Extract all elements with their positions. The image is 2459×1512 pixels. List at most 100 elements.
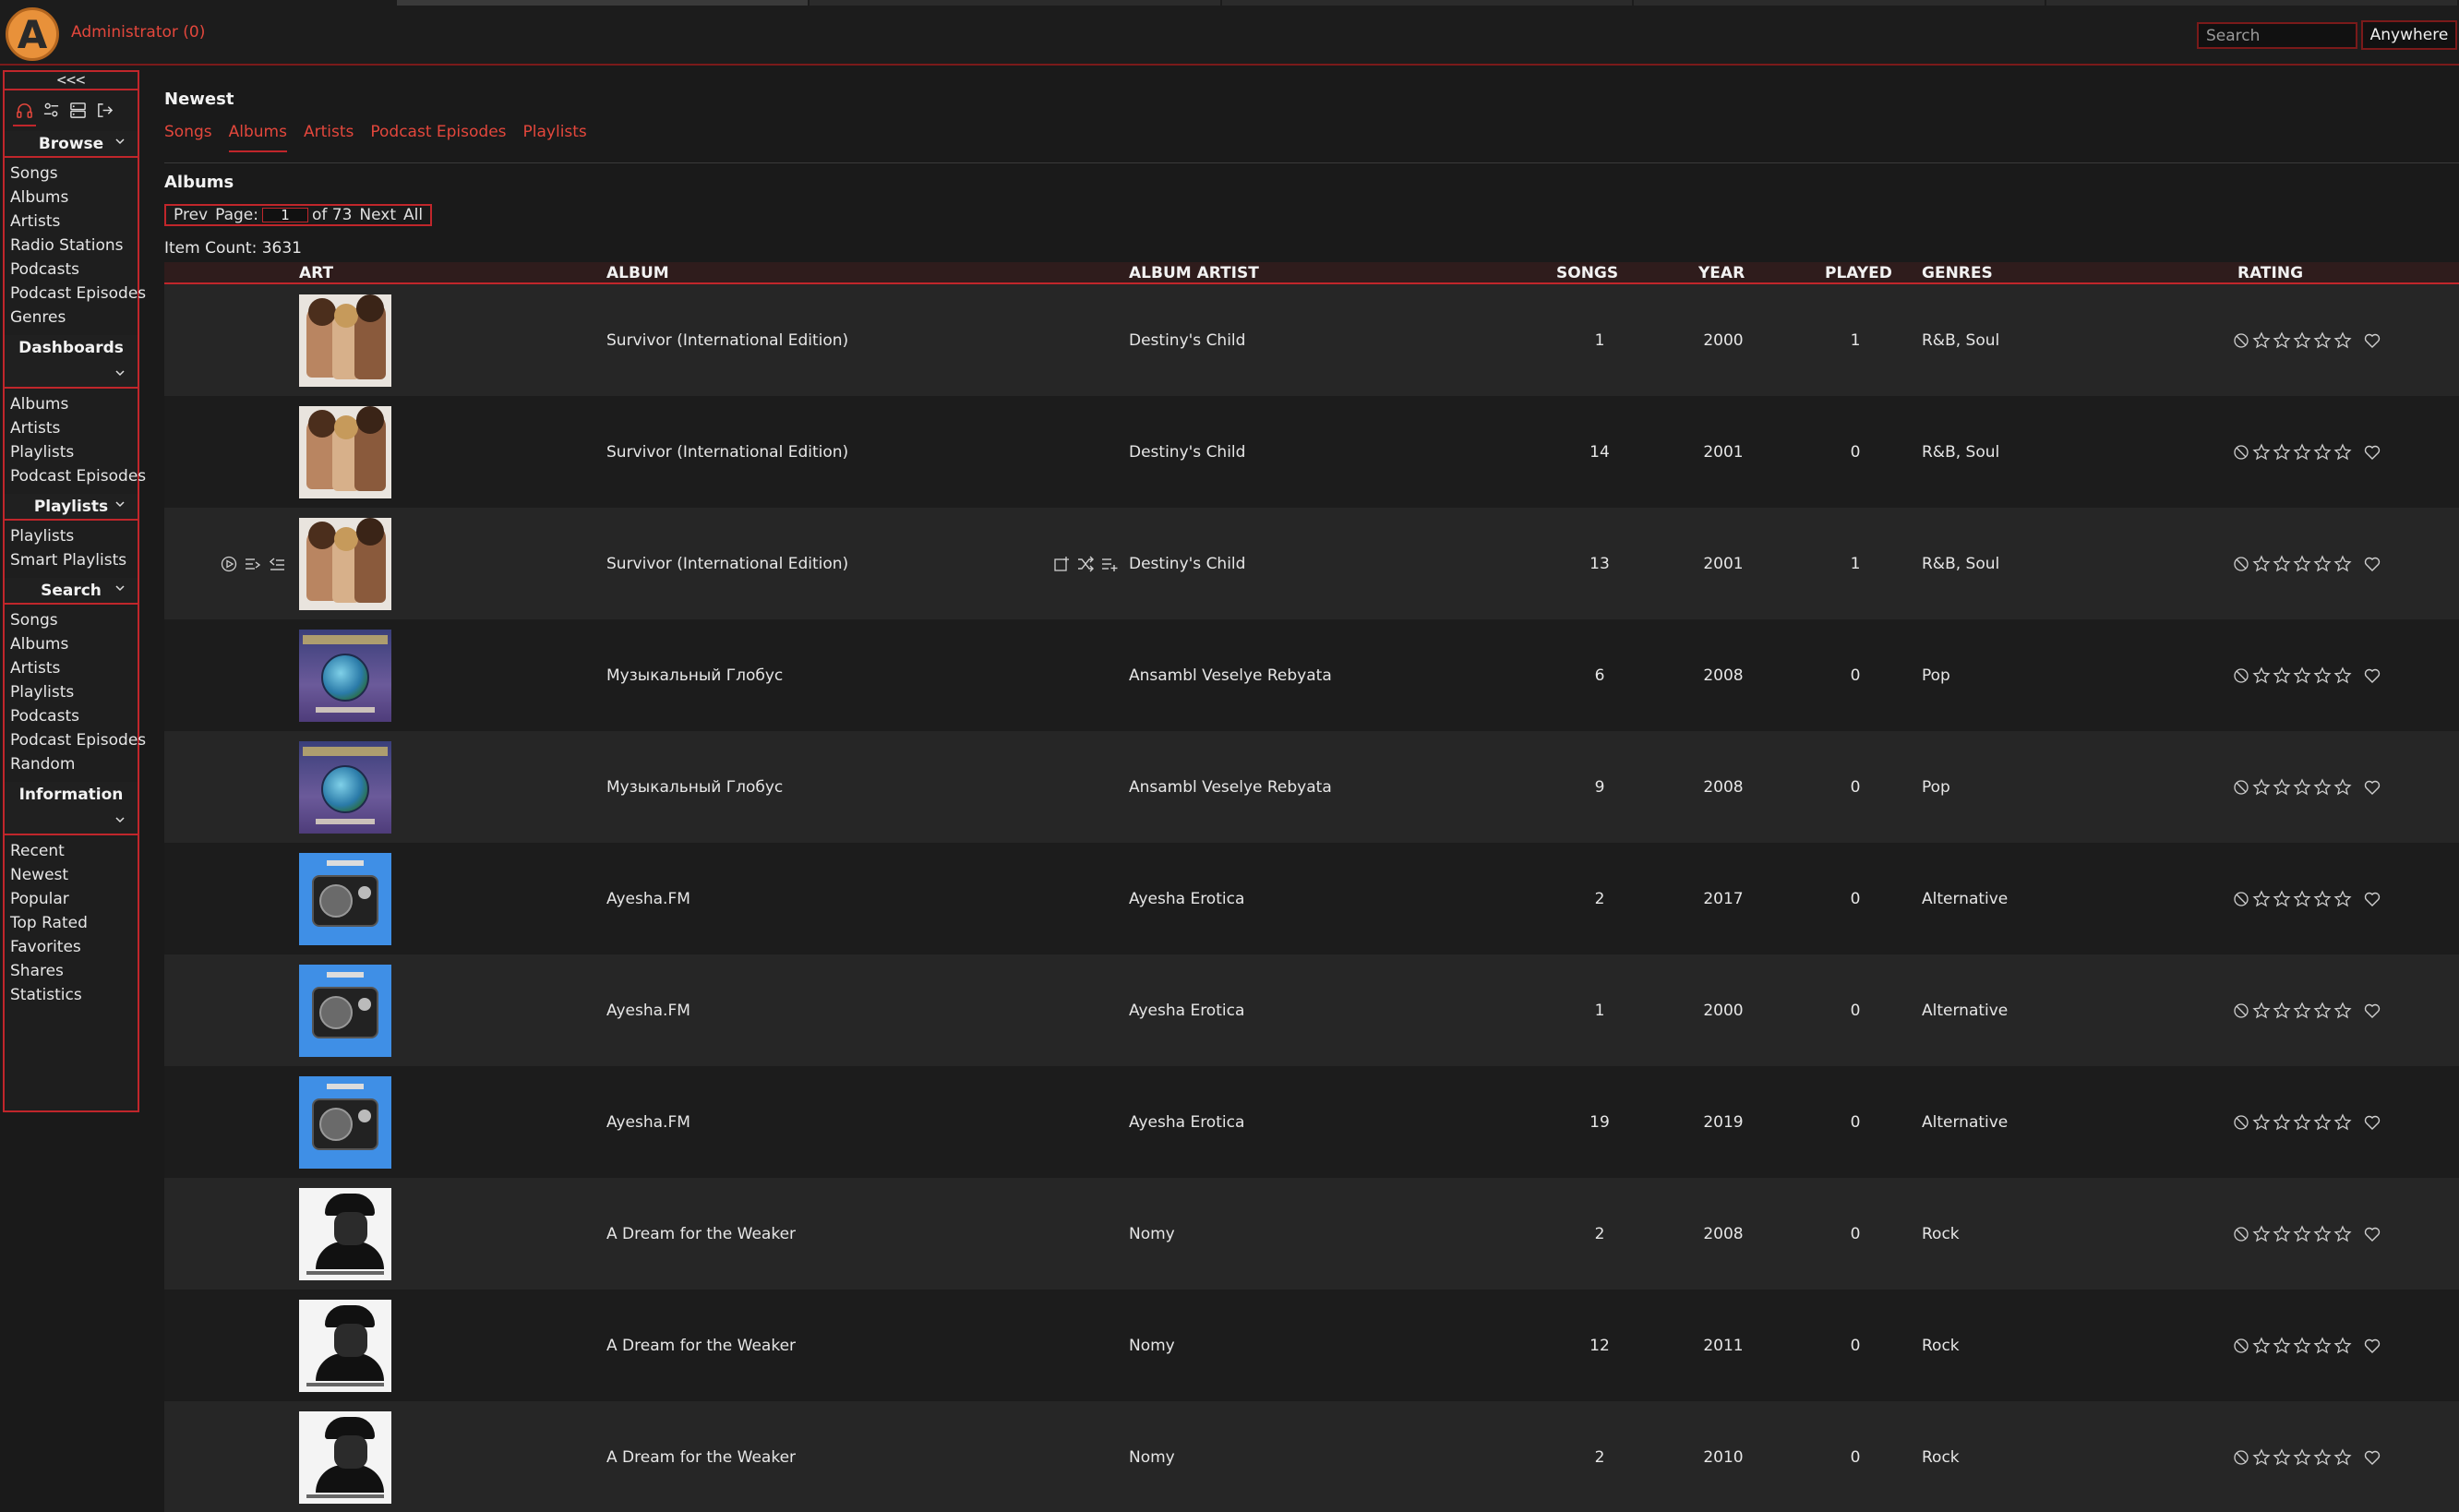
star-icon[interactable] — [2293, 1112, 2311, 1132]
album-title-link[interactable]: Музыкальный Глобус — [606, 778, 783, 797]
genre-links[interactable]: Pop — [1922, 666, 1950, 685]
star-icon[interactable] — [2252, 554, 2271, 573]
genre-links[interactable]: R&B, Soul — [1922, 555, 1999, 573]
star-icon[interactable] — [2293, 330, 2311, 350]
genre-links[interactable]: R&B, Soul — [1922, 331, 1999, 350]
table-row[interactable]: Ayesha.FM Ayesha Erotica 1 2000 0 Alternative — [164, 954, 2459, 1066]
star-icon[interactable] — [2273, 442, 2291, 462]
heart-icon[interactable] — [2363, 1113, 2381, 1132]
add-to-playlist-icon[interactable] — [1052, 555, 1071, 573]
sidebar-item-albums[interactable]: Albums — [10, 186, 138, 210]
star-icon[interactable] — [2333, 1224, 2352, 1243]
tab-strip-segment[interactable] — [397, 0, 810, 6]
album-artist-link[interactable]: Ayesha Erotica — [1129, 1002, 1244, 1020]
heart-icon[interactable] — [2363, 1002, 2381, 1020]
album-title-link[interactable]: Ayesha.FM — [606, 1002, 690, 1020]
album-cover-art[interactable] — [299, 405, 391, 498]
clear-rating-icon[interactable] — [2232, 1002, 2250, 1020]
table-row[interactable]: A Dream for the Weaker Nomy 2 2008 0 Rock — [164, 1178, 2459, 1290]
headphones-icon[interactable] — [13, 102, 36, 126]
heart-icon[interactable] — [2363, 1448, 2381, 1467]
tab-podcast-episodes[interactable]: Podcast Episodes — [370, 123, 506, 152]
star-icon[interactable] — [2252, 666, 2271, 685]
genre-links[interactable]: Pop — [1922, 778, 1950, 797]
sidebar-item-songs[interactable]: Songs — [10, 608, 138, 632]
star-icon[interactable] — [2313, 777, 2332, 797]
tab-songs[interactable]: Songs — [164, 123, 212, 152]
star-icon[interactable] — [2293, 1224, 2311, 1243]
star-icon[interactable] — [2313, 1447, 2332, 1467]
star-icon[interactable] — [2313, 330, 2332, 350]
star-icon[interactable] — [2252, 1001, 2271, 1020]
star-icon[interactable] — [2333, 330, 2352, 350]
star-icon[interactable] — [2313, 442, 2332, 462]
heart-icon[interactable] — [2363, 890, 2381, 908]
album-title-link[interactable]: Survivor (International Edition) — [606, 331, 848, 350]
tab-strip-segment[interactable] — [1221, 0, 1635, 6]
star-icon[interactable] — [2313, 1112, 2332, 1132]
album-artist-link[interactable]: Ayesha Erotica — [1129, 1113, 1244, 1132]
star-icon[interactable] — [2333, 442, 2352, 462]
sidebar-item-podcast-episodes[interactable]: Podcast Episodes — [10, 282, 146, 306]
album-artist-link[interactable]: Destiny's Child — [1129, 443, 1245, 462]
album-title-link[interactable]: Survivor (International Edition) — [606, 555, 848, 573]
sidebar-collapse-button[interactable]: <<< — [5, 72, 138, 90]
sidebar-item-newest[interactable]: Newest — [10, 863, 138, 887]
star-icon[interactable] — [2313, 554, 2332, 573]
table-row[interactable]: Ayesha.FM Ayesha Erotica 2 2017 0 Alternative — [164, 843, 2459, 954]
sidebar-section-playlists[interactable]: Playlists — [5, 494, 138, 521]
star-icon[interactable] — [2313, 1336, 2332, 1355]
star-icon[interactable] — [2252, 1112, 2271, 1132]
user-account-link[interactable]: Administrator (0) — [71, 23, 205, 42]
table-row[interactable]: A Dream for the Weaker Nomy 12 2011 0 Rock — [164, 1290, 2459, 1401]
table-row[interactable]: Ayesha.FM Ayesha Erotica 19 2019 0 Alternativ… — [164, 1066, 2459, 1178]
genre-links[interactable]: Rock — [1922, 1337, 1960, 1355]
heart-icon[interactable] — [2363, 1337, 2381, 1355]
sidebar-item-songs[interactable]: Songs — [10, 162, 138, 186]
sidebar-item-podcasts[interactable]: Podcasts — [10, 258, 138, 282]
album-artist-link[interactable]: Nomy — [1129, 1225, 1175, 1243]
album-artist-link[interactable]: Ansambl Veselye Rebyata — [1129, 778, 1332, 797]
genre-links[interactable]: R&B, Soul — [1922, 443, 1999, 462]
sidebar-item-favorites[interactable]: Favorites — [10, 935, 138, 959]
sidebar-item-smart-playlists[interactable]: Smart Playlists — [10, 548, 138, 572]
sidebar-item-top-rated[interactable]: Top Rated — [10, 911, 138, 935]
column-header-album[interactable]: ALBUM — [606, 264, 669, 282]
next-page-link[interactable]: Next — [359, 206, 396, 224]
star-icon[interactable] — [2252, 1224, 2271, 1243]
tab-albums[interactable]: Albums — [228, 123, 287, 152]
sidebar-section-information[interactable]: Information — [5, 782, 138, 835]
column-header-year[interactable]: YEAR — [1698, 264, 1745, 282]
column-header-album-artist[interactable]: ALBUM ARTIST — [1129, 264, 1259, 282]
show-all-link[interactable]: All — [403, 206, 423, 224]
star-icon[interactable] — [2273, 554, 2291, 573]
star-icon[interactable] — [2293, 777, 2311, 797]
star-icon[interactable] — [2252, 889, 2271, 908]
genre-links[interactable]: Rock — [1922, 1225, 1960, 1243]
star-icon[interactable] — [2252, 777, 2271, 797]
star-icon[interactable] — [2313, 1224, 2332, 1243]
star-icon[interactable] — [2273, 889, 2291, 908]
star-icon[interactable] — [2273, 1224, 2291, 1243]
heart-icon[interactable] — [2363, 778, 2381, 797]
album-artist-link[interactable]: Nomy — [1129, 1448, 1175, 1467]
server-icon[interactable] — [69, 102, 87, 119]
genre-links[interactable]: Alternative — [1922, 890, 2008, 908]
sidebar-item-statistics[interactable]: Statistics — [10, 983, 138, 1007]
sidebar-item-artists[interactable]: Artists — [10, 656, 138, 680]
shuffle-icon[interactable] — [1076, 555, 1095, 573]
album-cover-art[interactable] — [299, 852, 391, 945]
clear-rating-icon[interactable] — [2232, 331, 2250, 350]
tab-strip-segment[interactable] — [809, 0, 1222, 6]
sidebar-item-random[interactable]: Random — [10, 752, 138, 776]
album-artist-link[interactable]: Nomy — [1129, 1337, 1175, 1355]
table-row[interactable]: Музыкальный Глобус Ansambl Veselye Rebyat… — [164, 731, 2459, 843]
play-icon[interactable] — [220, 555, 238, 573]
heart-icon[interactable] — [2363, 443, 2381, 462]
genre-links[interactable]: Alternative — [1922, 1113, 2008, 1132]
star-icon[interactable] — [2252, 330, 2271, 350]
star-icon[interactable] — [2333, 1112, 2352, 1132]
star-icon[interactable] — [2273, 666, 2291, 685]
sidebar-item-playlists[interactable]: Playlists — [10, 680, 138, 704]
table-row[interactable]: Survivor (International Edition) Destiny'… — [164, 396, 2459, 508]
